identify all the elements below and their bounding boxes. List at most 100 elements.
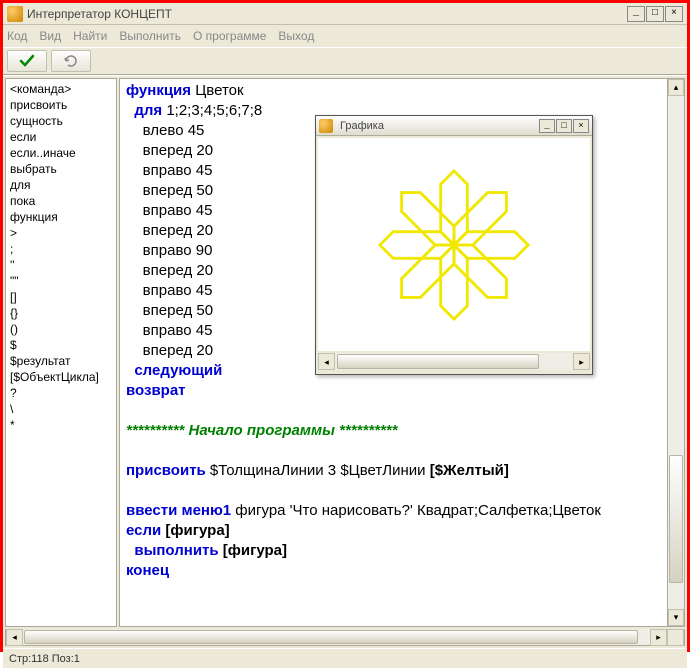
sidebar-item[interactable]: <команда>: [10, 81, 112, 97]
graphics-icon: [319, 119, 333, 133]
sidebar-item[interactable]: (): [10, 321, 112, 337]
sidebar-item[interactable]: функция: [10, 209, 112, 225]
graphics-title: Графика: [340, 116, 539, 136]
menu-exit[interactable]: Выход: [278, 29, 314, 43]
refresh-icon: [63, 53, 79, 69]
code-text: 1;2;3;4;5;6;7;8: [162, 102, 262, 119]
flower-drawing: [359, 150, 549, 340]
statusbar: Стр:118 Поз:1: [3, 648, 687, 668]
graphics-window-controls: _ □ ×: [539, 119, 589, 133]
code-text: вперед 20: [143, 142, 213, 159]
sidebar-item[interactable]: присвоить: [10, 97, 112, 113]
scroll-down-button[interactable]: ▾: [668, 609, 684, 626]
code-kw: функция: [126, 82, 191, 99]
sidebar-item[interactable]: $: [10, 337, 112, 353]
code-text: вправо 45: [143, 282, 213, 299]
check-icon: [19, 53, 35, 69]
scroll-thumb[interactable]: [24, 630, 638, 644]
code-kw: возврат: [126, 382, 186, 399]
code-text: вперед 20: [143, 262, 213, 279]
scroll-corner: [667, 629, 684, 646]
editor-vscrollbar[interactable]: ▴ ▾: [668, 78, 685, 627]
code-text: Цветок: [191, 82, 244, 99]
scroll-track[interactable]: [23, 629, 650, 645]
menu-run[interactable]: Выполнить: [119, 29, 181, 43]
sidebar-item[interactable]: >: [10, 225, 112, 241]
sidebar-item[interactable]: {}: [10, 305, 112, 321]
editor-hscrollbar[interactable]: ◂ ▸: [5, 629, 685, 646]
scroll-track[interactable]: [668, 96, 684, 609]
code-text: вправо 90: [143, 242, 213, 259]
code-text: вправо 45: [143, 202, 213, 219]
code-comment: ********** Начало программы **********: [126, 422, 397, 439]
close-button[interactable]: ×: [665, 6, 683, 22]
menu-view[interactable]: Вид: [39, 29, 61, 43]
scroll-left-button[interactable]: ◂: [318, 353, 335, 370]
minimize-button[interactable]: _: [627, 6, 645, 22]
run-button[interactable]: [7, 50, 47, 72]
code-var: [$Желтый]: [430, 462, 509, 479]
sidebar-item[interactable]: $результат: [10, 353, 112, 369]
sidebar-item[interactable]: пока: [10, 193, 112, 209]
refresh-button[interactable]: [51, 50, 91, 72]
code-text: вперед 50: [143, 182, 213, 199]
editor-area: функция Цветок для 1;2;3;4;5;6;7;8 влево…: [119, 78, 685, 627]
status-position: Стр:118 Поз:1: [9, 653, 80, 665]
menu-code[interactable]: Код: [7, 29, 27, 43]
sidebar-item[interactable]: ;: [10, 241, 112, 257]
graphics-hscrollbar[interactable]: ◂ ▸: [318, 353, 590, 370]
code-text: вправо 45: [143, 322, 213, 339]
code-text: вправо 45: [143, 162, 213, 179]
sidebar-item[interactable]: выбрать: [10, 161, 112, 177]
graphics-close-button[interactable]: ×: [573, 119, 589, 133]
scroll-right-button[interactable]: ▸: [650, 629, 667, 646]
code-var: [фигура]: [161, 522, 229, 539]
menu-find[interactable]: Найти: [73, 29, 107, 43]
sidebar-item[interactable]: если: [10, 129, 112, 145]
code-kw: ввести меню1: [126, 502, 231, 519]
scroll-thumb[interactable]: [669, 455, 683, 583]
scroll-thumb[interactable]: [337, 354, 539, 369]
code-var: [фигура]: [219, 542, 287, 559]
graphics-titlebar[interactable]: Графика _ □ ×: [316, 116, 592, 136]
sidebar-item[interactable]: \: [10, 401, 112, 417]
sidebar-item[interactable]: для: [10, 177, 112, 193]
main-area: <команда> присвоить сущность если если..…: [3, 75, 687, 629]
menu-about[interactable]: О программе: [193, 29, 266, 43]
code-text: вперед 20: [143, 222, 213, 239]
code-kw: следующий: [134, 362, 222, 379]
titlebar[interactable]: Интерпретатор КОНЦЕПТ _ □ ×: [3, 3, 687, 25]
window-controls: _ □ ×: [627, 6, 683, 22]
sidebar-item[interactable]: ?: [10, 385, 112, 401]
code-text: фигура 'Что нарисовать?' Квадрат;Салфетк…: [231, 502, 601, 519]
toolbar: [3, 47, 687, 75]
keywords-sidebar[interactable]: <команда> присвоить сущность если если..…: [5, 78, 117, 627]
graphics-canvas: [318, 138, 590, 351]
code-kw: конец: [126, 562, 169, 579]
graphics-minimize-button[interactable]: _: [539, 119, 555, 133]
scroll-track[interactable]: [335, 353, 573, 370]
sidebar-item[interactable]: *: [10, 417, 112, 433]
maximize-button[interactable]: □: [646, 6, 664, 22]
graphics-maximize-button[interactable]: □: [556, 119, 572, 133]
code-text: вперед 50: [143, 302, 213, 319]
code-text: влево 45: [143, 122, 205, 139]
scroll-left-button[interactable]: ◂: [6, 629, 23, 646]
menubar: Код Вид Найти Выполнить О программе Выхо…: [3, 25, 687, 47]
sidebar-item[interactable]: []: [10, 289, 112, 305]
window-title: Интерпретатор КОНЦЕПТ: [27, 7, 627, 21]
sidebar-item[interactable]: [$ОбъектЦикла]: [10, 369, 112, 385]
code-kw: присвоить: [126, 462, 206, 479]
graphics-window[interactable]: Графика _ □ ×: [315, 115, 593, 375]
scroll-right-button[interactable]: ▸: [573, 353, 590, 370]
code-kw: если: [126, 522, 161, 539]
sidebar-item[interactable]: если..иначе: [10, 145, 112, 161]
code-kw: для: [134, 102, 162, 119]
sidebar-item[interactable]: "": [10, 273, 112, 289]
code-editor[interactable]: функция Цветок для 1;2;3;4;5;6;7;8 влево…: [119, 78, 668, 627]
app-icon: [7, 6, 23, 22]
sidebar-item[interactable]: сущность: [10, 113, 112, 129]
code-text: $ТолщинаЛинии 3 $ЦветЛинии: [206, 462, 430, 479]
scroll-up-button[interactable]: ▴: [668, 79, 684, 96]
sidebar-item[interactable]: '': [10, 257, 112, 273]
